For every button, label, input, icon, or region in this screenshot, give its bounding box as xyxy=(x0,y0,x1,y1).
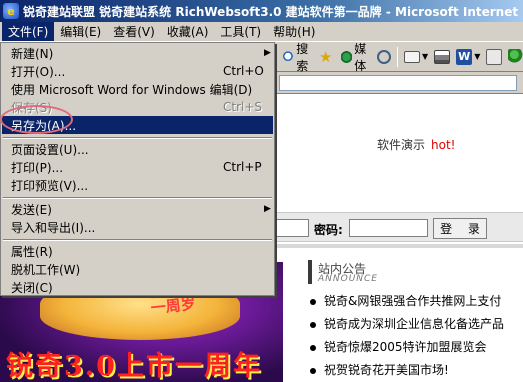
menu-favorites[interactable]: 收藏(A) xyxy=(161,22,215,41)
password-label: 密码: xyxy=(314,223,343,237)
bullet-icon xyxy=(310,321,316,328)
announcement-item[interactable]: 锐奇&网银强强合作共推网上支付 xyxy=(310,290,504,313)
print-icon xyxy=(434,49,451,64)
bullet-icon xyxy=(310,367,316,374)
file-menu-dropdown: 新建(N) ▶ 打开(O)... Ctrl+O 使用 Microsoft Wor… xyxy=(0,42,275,296)
menu-file[interactable]: 文件(F) xyxy=(2,22,55,41)
search-label: 搜索 xyxy=(296,41,309,73)
menu-item-close[interactable]: 关闭(C) xyxy=(2,278,273,296)
announcement-item[interactable]: 锐奇成为深圳企业信息化备选产品 xyxy=(310,313,504,336)
menu-item-label: 保存(S) xyxy=(11,100,52,115)
media-label: 媒体 xyxy=(354,41,367,73)
menu-item-label: 关闭(C) xyxy=(11,280,53,295)
edit-word-button[interactable]: W ▼ xyxy=(456,48,481,65)
word-icon: W xyxy=(456,48,473,65)
bullet-icon xyxy=(310,344,316,351)
ie-page-icon[interactable]: e xyxy=(3,3,19,19)
media-icon xyxy=(341,48,353,65)
star-icon: ★ xyxy=(319,47,333,66)
menu-help[interactable]: 帮助(H) xyxy=(267,22,321,41)
announcement-text: 锐奇&网银强强合作共推网上支付 xyxy=(324,294,502,308)
menu-item-open[interactable]: 打开(O)... Ctrl+O xyxy=(2,62,273,80)
address-bar xyxy=(275,72,523,94)
messenger-icon xyxy=(508,48,523,65)
toolbar-separator xyxy=(397,46,399,67)
menu-edit[interactable]: 编辑(E) xyxy=(54,22,107,41)
menu-separator xyxy=(3,137,272,139)
menu-item-properties[interactable]: 属性(R) xyxy=(2,242,273,260)
title-bar: e 锐奇建站联盟 锐奇建站系统 RichWebsoft3.0 建站软件第一品牌 … xyxy=(0,0,523,22)
menu-item-print[interactable]: 打印(P)... Ctrl+P xyxy=(2,158,273,176)
history-button[interactable] xyxy=(377,49,392,64)
menu-item-work-offline[interactable]: 脱机工作(W) xyxy=(2,260,273,278)
discuss-icon xyxy=(486,48,503,65)
edit-dropdown-icon: ▼ xyxy=(474,52,481,61)
username-input[interactable] xyxy=(275,219,309,237)
announcement-item[interactable]: 锐奇惊爆2005特许加盟展览会 xyxy=(310,336,504,359)
hot-badge: hot! xyxy=(431,138,456,152)
announcement-subtitle: ANNOUNCE xyxy=(318,274,378,284)
menu-item-label: 页面设置(U)... xyxy=(11,142,89,157)
announcement-item[interactable]: 祝贺锐奇花开美国市场! xyxy=(310,359,504,382)
search-button[interactable]: 搜索 xyxy=(283,40,313,74)
menu-tools[interactable]: 工具(T) xyxy=(214,22,267,41)
menu-item-shortcut: Ctrl+P xyxy=(223,160,262,174)
mail-dropdown-icon: ▼ xyxy=(422,52,429,61)
menu-view[interactable]: 查看(V) xyxy=(107,22,161,41)
login-button[interactable]: 登 录 xyxy=(433,218,487,239)
announcement-list: 锐奇&网银强强合作共推网上支付 锐奇成为深圳企业信息化备选产品 锐奇惊爆2005… xyxy=(310,290,504,382)
demo-link[interactable]: 软件演示 hot! xyxy=(377,136,455,153)
mail-button[interactable]: ▼ xyxy=(404,50,429,63)
favorites-button[interactable]: ★ xyxy=(319,49,335,65)
menu-item-label: 属性(R) xyxy=(11,244,53,259)
address-input[interactable] xyxy=(279,75,517,91)
discuss-button[interactable] xyxy=(486,48,503,65)
menu-separator xyxy=(3,239,272,241)
banner-headline: 锐奇3.0上市一周年 xyxy=(6,351,262,382)
menu-item-label: 新建(N) xyxy=(11,46,54,61)
announcement-panel: 站内公告 ANNOUNCE 锐奇&网银强强合作共推网上支付 锐奇成为深圳企业信息… xyxy=(296,254,518,382)
announcement-bar-decoration xyxy=(308,260,312,284)
standard-toolbar: 搜索 ★ 媒体 ▼ W ▼ xyxy=(275,40,523,74)
menu-item-send[interactable]: 发送(E) ▶ xyxy=(2,200,273,218)
demo-link-text: 软件演示 xyxy=(377,138,426,152)
print-button[interactable] xyxy=(434,49,451,64)
divider-band xyxy=(275,244,523,248)
announcement-text: 锐奇成为深圳企业信息化备选产品 xyxy=(324,317,505,331)
menu-item-label: 使用 Microsoft Word for Windows 编辑(D) xyxy=(11,82,253,97)
menu-item-label: 打印(P)... xyxy=(11,160,64,175)
password-input[interactable] xyxy=(349,219,428,237)
menu-item-save: 保存(S) Ctrl+S xyxy=(2,98,273,116)
menu-item-label: 脱机工作(W) xyxy=(11,262,81,277)
messenger-button[interactable] xyxy=(508,48,523,65)
menu-item-shortcut: Ctrl+S xyxy=(223,100,263,114)
login-strip: 密码: 登 录 xyxy=(275,212,523,242)
menu-item-label: 另存为(A)... xyxy=(11,118,77,133)
mail-icon xyxy=(404,50,421,63)
menu-item-page-setup[interactable]: 页面设置(U)... xyxy=(2,140,273,158)
menu-item-import-export[interactable]: 导入和导出(I)... xyxy=(2,218,273,236)
menu-item-label: 导入和导出(I)... xyxy=(11,220,96,235)
bullet-icon xyxy=(310,298,316,305)
menu-item-label: 打开(O)... xyxy=(11,64,66,79)
menu-item-shortcut: Ctrl+O xyxy=(223,64,264,78)
menu-separator xyxy=(3,197,272,199)
menu-item-new[interactable]: 新建(N) ▶ xyxy=(2,44,273,62)
menu-item-label: 发送(E) xyxy=(11,202,52,217)
submenu-arrow-icon: ▶ xyxy=(264,48,271,58)
menu-item-edit-with-word[interactable]: 使用 Microsoft Word for Windows 编辑(D) xyxy=(2,80,273,98)
menu-item-save-as[interactable]: 另存为(A)... xyxy=(2,116,273,134)
history-icon xyxy=(377,49,392,64)
announcement-text: 锐奇惊爆2005特许加盟展览会 xyxy=(324,340,487,354)
menu-item-print-preview[interactable]: 打印预览(V)... xyxy=(2,176,273,194)
menu-bar: 文件(F) 编辑(E) 查看(V) 收藏(A) 工具(T) 帮助(H) xyxy=(0,22,523,42)
window-title: 锐奇建站联盟 锐奇建站系统 RichWebsoft3.0 建站软件第一品牌 - … xyxy=(23,4,523,19)
menu-item-label: 打印预览(V)... xyxy=(11,178,89,193)
media-button[interactable]: 媒体 xyxy=(341,40,371,74)
announcement-text: 祝贺锐奇花开美国市场! xyxy=(324,363,449,377)
search-icon xyxy=(283,48,295,65)
submenu-arrow-icon: ▶ xyxy=(264,204,271,214)
